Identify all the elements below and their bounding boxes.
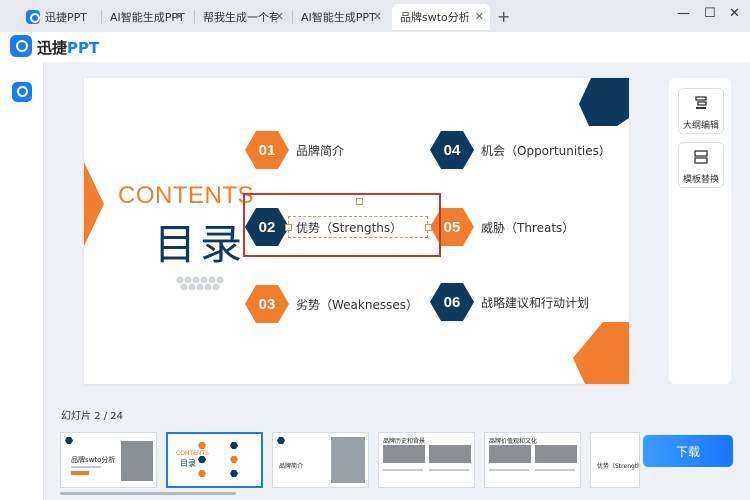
tab-ai-generate-1[interactable]: AI智能生成PPT ✕ bbox=[102, 4, 190, 30]
outline-icon bbox=[695, 96, 707, 109]
right-tool-panel: 大纲编辑 模板替换 bbox=[669, 78, 731, 384]
tab-bar: 迅捷PPT AI智能生成PPT ✕ 帮我生成一个有... ✕ AI智能生成PPT… bbox=[0, 0, 750, 32]
tab-home[interactable]: 迅捷PPT bbox=[18, 4, 100, 30]
toc-item-text: 战略建议和行动计划 bbox=[481, 295, 590, 310]
toc-item-text: 品牌简介 bbox=[296, 143, 345, 158]
thumb-line bbox=[489, 469, 529, 471]
template-replace-label: 模板替换 bbox=[682, 175, 719, 185]
thumb-button-shape bbox=[71, 471, 89, 475]
xunjie-logo-icon bbox=[10, 35, 32, 57]
template-replace-button[interactable]: 模板替换 bbox=[678, 142, 724, 188]
tab-label: 迅捷PPT bbox=[45, 11, 87, 24]
thumb-photo bbox=[535, 445, 577, 463]
thumb-title: 目录 bbox=[180, 459, 196, 468]
download-button[interactable]: 下载 bbox=[643, 435, 733, 467]
slide-thumbnail-4[interactable]: 品牌历史和背景 bbox=[378, 432, 475, 488]
slide-thumbnail-6[interactable]: 优势（Strengths） bbox=[590, 432, 640, 488]
slide-thumbnail-2[interactable]: CONTENTS 目录 bbox=[166, 432, 263, 488]
outline-edit-button[interactable]: 大纲编辑 bbox=[678, 88, 724, 134]
app-toolbar: 迅捷PPT bbox=[0, 32, 750, 62]
hexagon-number-icon: 06 bbox=[430, 283, 474, 321]
thumb-hexagon bbox=[277, 437, 285, 444]
tab-help-generate[interactable]: 帮我生成一个有... ✕ bbox=[195, 4, 290, 30]
thumb-title: 优势（Strengths） bbox=[597, 463, 639, 470]
thumb-photo bbox=[383, 445, 425, 463]
hexagon-number-icon: 03 bbox=[245, 285, 289, 323]
maximize-icon[interactable]: ☐ bbox=[704, 6, 716, 21]
thumb-hexagon bbox=[198, 456, 206, 463]
thumb-title: 品牌价值观和文化 bbox=[489, 438, 538, 445]
brand-name: 迅捷PPT bbox=[37, 39, 100, 57]
thumb-photo bbox=[331, 437, 365, 483]
slide-thumbnail-5[interactable]: 品牌价值观和文化 bbox=[484, 432, 581, 488]
toc-item-text: 劣势（Weaknesses） bbox=[296, 297, 418, 312]
toc-item-03[interactable]: 03 劣势（Weaknesses） bbox=[245, 285, 418, 323]
close-icon[interactable]: ✕ bbox=[475, 10, 484, 23]
hexagon-number-icon: 01 bbox=[245, 131, 289, 169]
thumb-title: 品牌简介 bbox=[279, 463, 304, 470]
slide-thumbnail-1[interactable]: 品牌swto分析 bbox=[60, 432, 157, 488]
hexagon-dots-decoration bbox=[176, 276, 224, 291]
thumb-hexagon bbox=[198, 442, 206, 449]
close-icon[interactable]: ✕ bbox=[275, 10, 284, 23]
rotate-handle[interactable] bbox=[356, 198, 363, 205]
horizontal-scrollbar[interactable] bbox=[60, 492, 236, 495]
toc-heading: 目录 bbox=[154, 220, 247, 269]
minimize-icon[interactable]: — bbox=[677, 6, 690, 21]
left-sidebar bbox=[0, 62, 44, 500]
close-icon[interactable]: ✕ bbox=[175, 10, 184, 23]
close-window-icon[interactable]: ✕ bbox=[729, 6, 740, 21]
toc-item-04[interactable]: 04 机会（Opportunities） bbox=[430, 131, 611, 169]
thumb-line bbox=[429, 469, 469, 471]
toc-item-01[interactable]: 01 品牌简介 bbox=[245, 131, 344, 169]
thumb-line bbox=[383, 469, 423, 471]
thumb-hexagon bbox=[65, 437, 73, 444]
thumb-photo bbox=[489, 445, 531, 463]
thumb-title: 品牌历史和背景 bbox=[383, 438, 426, 445]
close-icon[interactable]: ✕ bbox=[373, 10, 382, 23]
add-tab-icon[interactable]: + bbox=[497, 7, 510, 26]
tab-label: AI智能生成PPT bbox=[301, 11, 376, 24]
thumb-line bbox=[71, 466, 101, 468]
thumb-hexagon bbox=[198, 470, 206, 477]
thumb-title: 品牌swto分析 bbox=[71, 456, 116, 464]
resize-handle-right[interactable] bbox=[425, 224, 432, 231]
tab-label: 帮我生成一个有... bbox=[203, 11, 277, 24]
tab-ai-generate-2[interactable]: AI智能生成PPT ✕ bbox=[293, 4, 388, 30]
thumb-photo bbox=[429, 445, 471, 463]
xunjie-logo-icon[interactable] bbox=[12, 82, 32, 102]
corner-hexagon-top-right bbox=[579, 78, 629, 126]
thumb-line bbox=[535, 469, 575, 471]
thumb-hexagon bbox=[230, 442, 238, 449]
textbox-selection-frame[interactable] bbox=[288, 216, 428, 238]
toc-item-05[interactable]: 05 威胁（Threats） bbox=[430, 208, 574, 246]
contents-title: CONTENTS bbox=[118, 182, 254, 209]
tab-brand-swot[interactable]: 品牌swto分析 ✕ bbox=[392, 4, 490, 30]
thumb-contents: CONTENTS bbox=[176, 450, 209, 457]
slide-counter: 幻灯片 2 / 24 bbox=[61, 411, 123, 422]
toc-item-text: 机会（Opportunities） bbox=[481, 143, 611, 158]
toc-item-06[interactable]: 06 战略建议和行动计划 bbox=[430, 283, 589, 321]
toc-item-text: 威胁（Threats） bbox=[481, 220, 575, 235]
template-icon bbox=[694, 150, 708, 164]
hexagon-number-icon: 04 bbox=[430, 131, 474, 169]
outline-edit-label: 大纲编辑 bbox=[682, 121, 719, 131]
left-arrow-shape bbox=[84, 162, 104, 246]
thumb-photo bbox=[121, 441, 153, 481]
xunjie-logo-icon bbox=[26, 10, 40, 24]
tab-label: 品牌swto分析 bbox=[400, 11, 470, 24]
slide-thumbnail-3[interactable]: 品牌简介 bbox=[272, 432, 369, 488]
tab-label: AI智能生成PPT bbox=[110, 11, 185, 24]
resize-handle-left[interactable] bbox=[285, 224, 292, 231]
thumb-hexagon bbox=[230, 470, 238, 477]
corner-hexagon-bottom-right bbox=[573, 322, 629, 384]
thumb-hexagon bbox=[230, 456, 238, 463]
